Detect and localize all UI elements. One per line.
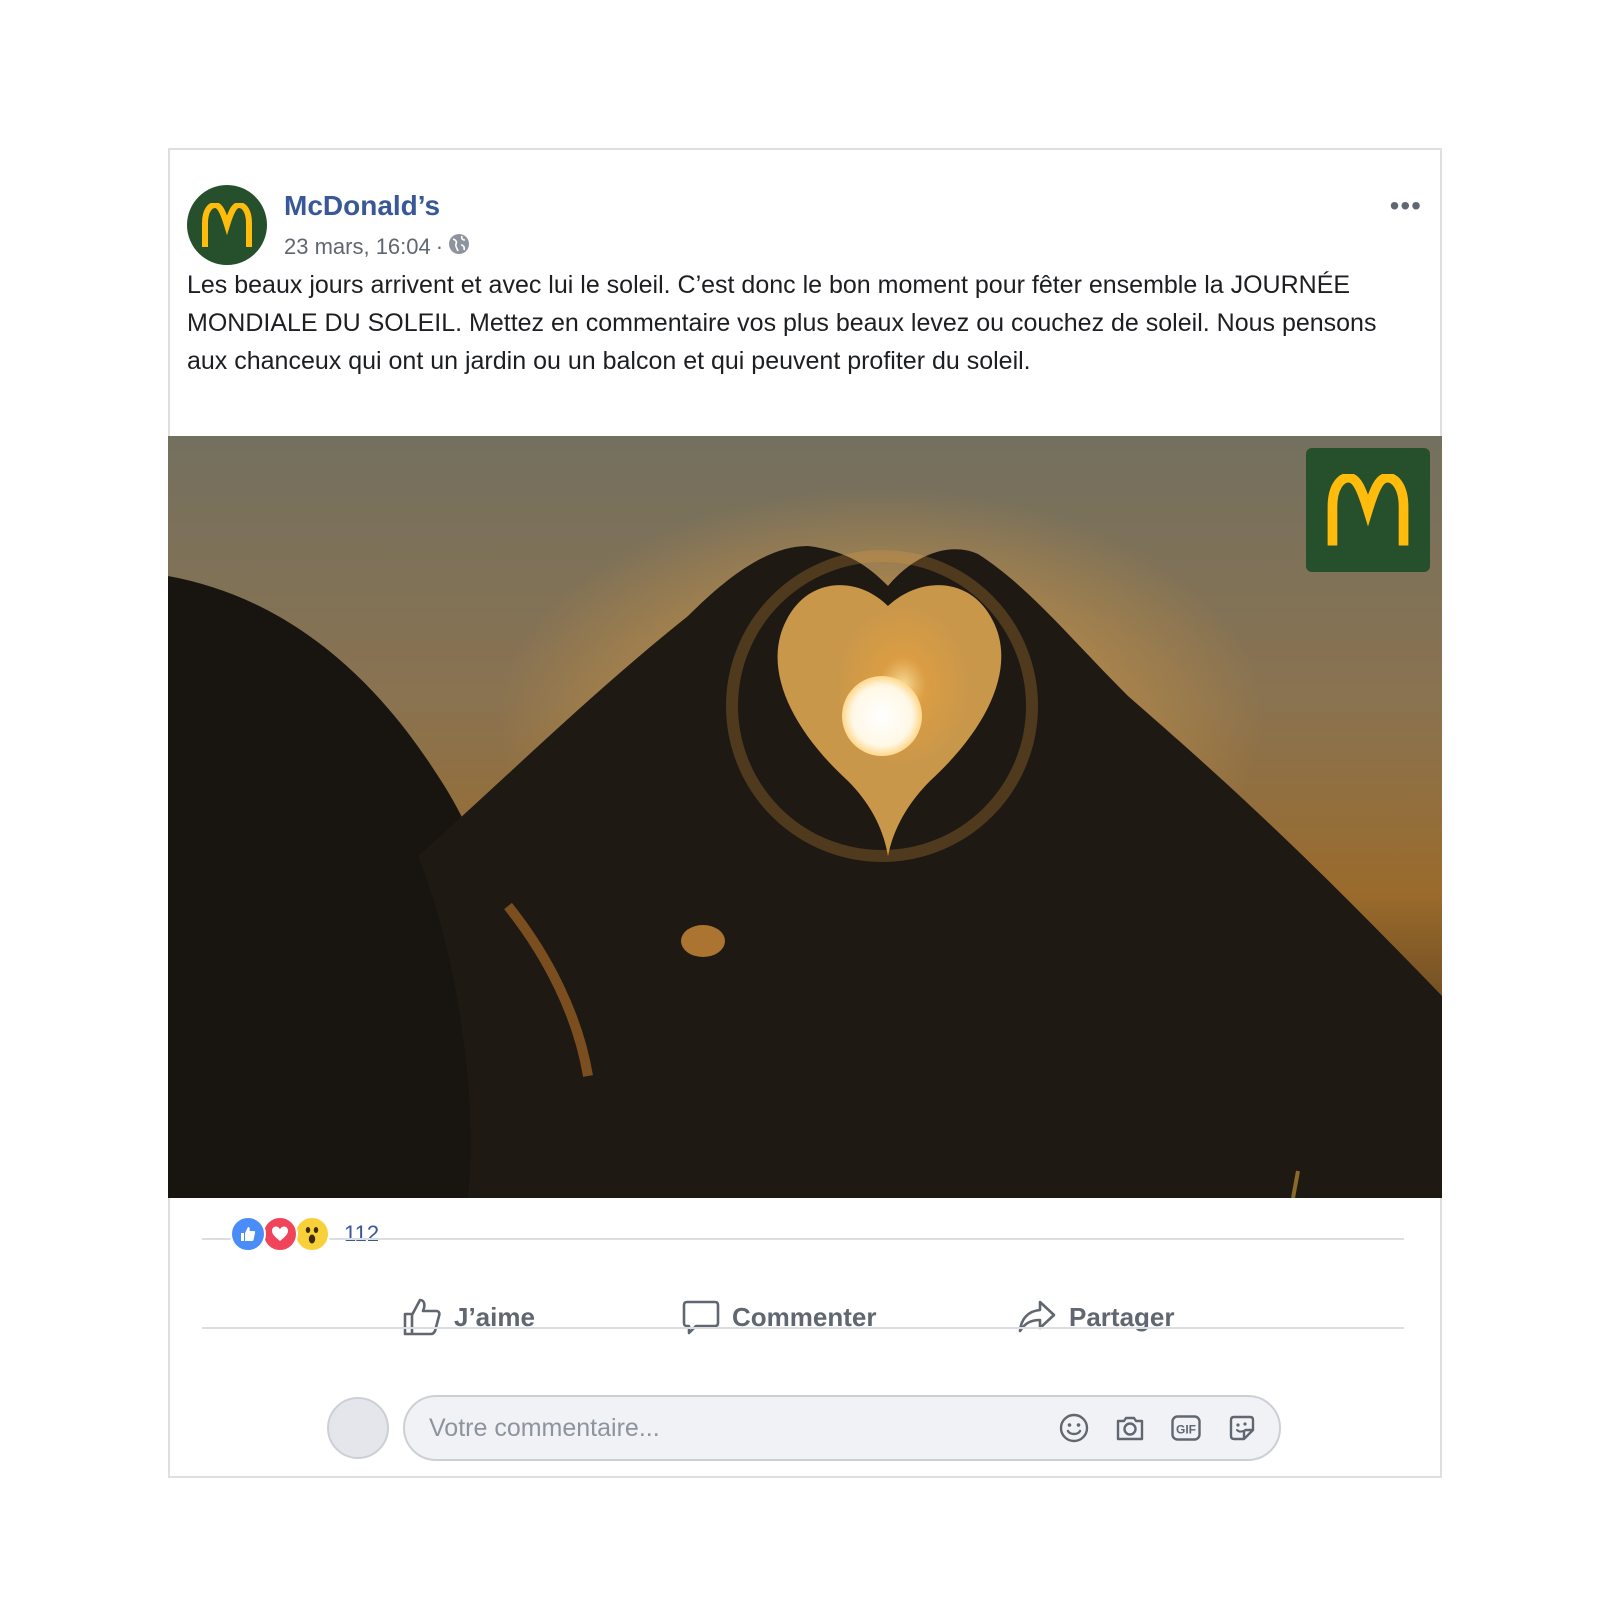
facebook-post: McDonald’s 23 mars, 16:04 · ••• Les beau…	[168, 148, 1442, 1478]
emoji-icon[interactable]	[1057, 1411, 1091, 1445]
user-avatar[interactable]	[327, 1397, 389, 1459]
page-avatar[interactable]	[187, 185, 267, 265]
post-caption: Les beaux jours arrivent et avec lui le …	[187, 271, 1377, 375]
brand-logo-badge	[1306, 448, 1430, 572]
gif-icon[interactable]: GIF	[1169, 1411, 1203, 1445]
post-photo[interactable]	[168, 436, 1442, 1198]
golden-arches-logo	[202, 203, 252, 247]
post-meta: 23 mars, 16:04 ·	[284, 233, 470, 261]
camera-icon[interactable]	[1113, 1411, 1147, 1445]
comment-composer: GIF	[327, 1395, 1283, 1465]
share-button[interactable]: Partager	[1017, 1272, 1175, 1362]
post-actions-bar: J’aime Commenter Partager	[202, 1272, 1404, 1362]
like-icon	[230, 1216, 266, 1252]
reaction-count[interactable]: 112	[344, 1221, 379, 1247]
reactions-summary[interactable]: 112	[230, 1216, 379, 1252]
sticker-icon[interactable]	[1225, 1411, 1259, 1445]
like-button[interactable]: J’aime	[402, 1272, 535, 1362]
comment-bubble-icon	[682, 1300, 720, 1335]
golden-arches-logo	[1327, 474, 1409, 546]
wow-icon	[294, 1216, 330, 1252]
share-arrow-icon	[1018, 1300, 1056, 1333]
more-options-button[interactable]: •••	[1390, 192, 1422, 220]
meta-separator: ·	[435, 234, 444, 259]
sunset-heart-hands-image	[168, 436, 1442, 1198]
thumbs-up-icon	[403, 1298, 441, 1336]
post-timestamp[interactable]: 23 mars, 16:04	[284, 234, 431, 260]
comment-tools: GIF	[1035, 1411, 1259, 1445]
divider-bottom	[202, 1327, 1404, 1329]
globe-icon[interactable]	[448, 233, 470, 261]
love-icon	[262, 1216, 298, 1252]
page-name-link[interactable]: McDonald’s	[284, 190, 440, 222]
comment-button[interactable]: Commenter	[682, 1272, 876, 1362]
gif-text: GIF	[1176, 1423, 1196, 1437]
divider-top	[202, 1238, 1404, 1240]
